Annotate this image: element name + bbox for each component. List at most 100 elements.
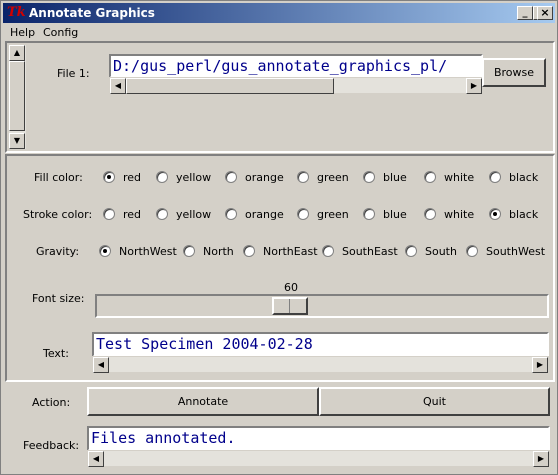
scroll-left-icon[interactable]: ◀ <box>110 78 126 94</box>
radio-label: NorthEast <box>263 245 318 258</box>
scroll-left-icon[interactable]: ◀ <box>93 357 109 373</box>
radio-indicator-icon[interactable] <box>156 171 168 183</box>
scroll-right-icon[interactable]: ▶ <box>532 357 548 373</box>
radio-indicator-icon[interactable] <box>363 208 375 220</box>
fill-radio-orange[interactable]: orange <box>225 171 284 184</box>
scroll-left-icon[interactable]: ◀ <box>88 451 104 467</box>
menu-help[interactable]: Help <box>10 26 35 39</box>
browse-button[interactable]: Browse <box>482 58 546 87</box>
radio-label: green <box>317 171 349 184</box>
radio-label: red <box>123 171 142 184</box>
fill-color-label: Fill color: <box>34 171 83 184</box>
gravity-radio-northeast[interactable]: NorthEast <box>243 245 318 258</box>
fill-radio-green[interactable]: green <box>297 171 349 184</box>
text-label: Text: <box>43 347 69 360</box>
stroke-radio-white[interactable]: white <box>424 208 474 221</box>
scroll-down-icon[interactable]: ▼ <box>9 133 25 149</box>
gravity-radio-south[interactable]: South <box>405 245 457 258</box>
stroke-radio-black[interactable]: black <box>489 208 538 221</box>
radio-indicator-icon[interactable] <box>466 245 478 257</box>
radio-indicator-icon[interactable] <box>297 208 309 220</box>
scroll-right-icon[interactable]: ▶ <box>533 451 549 467</box>
stroke-radio-yellow[interactable]: yellow <box>156 208 211 221</box>
stroke-radio-blue[interactable]: blue <box>363 208 407 221</box>
radio-indicator-icon[interactable] <box>183 245 195 257</box>
radio-label: black <box>509 171 539 184</box>
radio-indicator-icon[interactable] <box>297 171 309 183</box>
radio-label: white <box>444 171 475 184</box>
gravity-radio-southeast[interactable]: SouthEast <box>322 245 398 258</box>
scroll-thumb[interactable] <box>126 78 334 94</box>
gravity-radio-north[interactable]: North <box>183 245 234 258</box>
radio-label: black <box>509 208 539 221</box>
radio-label: yellow <box>176 171 212 184</box>
radio-indicator-icon[interactable] <box>225 171 237 183</box>
radio-label: North <box>203 245 234 258</box>
stroke-radio-red[interactable]: red <box>103 208 141 221</box>
radio-label: NorthWest <box>119 245 177 258</box>
radio-label: South <box>425 245 457 258</box>
stroke-radio-green[interactable]: green <box>297 208 349 221</box>
radio-label: SouthWest <box>486 245 546 258</box>
annotate-button[interactable]: Annotate <box>87 387 319 416</box>
feedback-label: Feedback: <box>23 439 80 452</box>
scroll-thumb[interactable] <box>9 61 25 131</box>
radio-indicator-icon[interactable] <box>243 245 255 257</box>
feedback-scrollbar[interactable]: ◀ ▶ <box>87 450 550 467</box>
fill-radio-blue[interactable]: blue <box>363 171 407 184</box>
file-path-input[interactable]: D:/gus_perl/gus_annotate_graphics_pl/ <box>109 54 483 78</box>
stroke-color-label: Stroke color: <box>23 208 93 221</box>
scroll-right-icon[interactable]: ▶ <box>466 78 482 94</box>
radio-indicator-icon[interactable] <box>156 208 168 220</box>
radio-indicator-icon[interactable] <box>322 245 334 257</box>
text-scrollbar[interactable]: ◀ ▶ <box>92 356 549 373</box>
file-path-scrollbar[interactable]: ◀ ▶ <box>109 77 483 94</box>
radio-indicator-icon[interactable] <box>99 245 111 257</box>
window-title: Annotate Graphics <box>29 6 155 20</box>
radio-label: blue <box>383 208 407 221</box>
radio-label: blue <box>383 171 407 184</box>
gravity-radio-northwest[interactable]: NorthWest <box>99 245 177 258</box>
font-size-slider[interactable] <box>95 294 549 318</box>
stroke-radio-orange[interactable]: orange <box>225 208 284 221</box>
radio-label: SouthEast <box>342 245 398 258</box>
tk-feather-icon: Tk <box>7 5 26 20</box>
fill-radio-black[interactable]: black <box>489 171 538 184</box>
scroll-up-icon[interactable]: ▲ <box>9 45 25 61</box>
radio-indicator-icon[interactable] <box>225 208 237 220</box>
font-size-value: 60 <box>284 281 298 294</box>
close-button[interactable]: × <box>537 6 553 20</box>
file-label: File 1: <box>57 67 90 80</box>
gravity-label: Gravity: <box>36 245 80 258</box>
radio-label: orange <box>245 208 284 221</box>
fill-radio-white[interactable]: white <box>424 171 474 184</box>
radio-indicator-icon[interactable] <box>405 245 417 257</box>
radio-indicator-icon[interactable] <box>424 171 436 183</box>
radio-label: green <box>317 208 349 221</box>
radio-label: orange <box>245 171 284 184</box>
action-label: Action: <box>32 396 71 409</box>
minimize-button[interactable]: _ <box>517 6 533 20</box>
quit-button[interactable]: Quit <box>319 387 550 416</box>
radio-label: white <box>444 208 475 221</box>
menu-bar: Help Config <box>1 24 557 42</box>
radio-indicator-icon[interactable] <box>103 171 115 183</box>
fill-radio-red[interactable]: red <box>103 171 141 184</box>
radio-indicator-icon[interactable] <box>424 208 436 220</box>
file-list-scrollbar[interactable]: ▲ ▼ <box>9 45 26 149</box>
radio-indicator-icon[interactable] <box>363 171 375 183</box>
app-window: Tk Annotate Graphics _ □ × Help Config ▲… <box>0 0 558 475</box>
radio-label: red <box>123 208 142 221</box>
annotation-text-input[interactable]: Test Specimen 2004-02-28 <box>92 332 549 357</box>
slider-groove <box>289 299 290 313</box>
font-size-slider-thumb[interactable] <box>272 297 308 315</box>
radio-indicator-icon[interactable] <box>489 171 501 183</box>
menu-config[interactable]: Config <box>43 26 78 39</box>
radio-indicator-icon[interactable] <box>489 208 501 220</box>
radio-indicator-icon[interactable] <box>103 208 115 220</box>
feedback-field: Files annotated. <box>87 426 550 451</box>
gravity-radio-southwest[interactable]: SouthWest <box>466 245 545 258</box>
title-bar[interactable]: Tk Annotate Graphics _ □ <box>3 3 555 23</box>
radio-label: yellow <box>176 208 212 221</box>
fill-radio-yellow[interactable]: yellow <box>156 171 211 184</box>
